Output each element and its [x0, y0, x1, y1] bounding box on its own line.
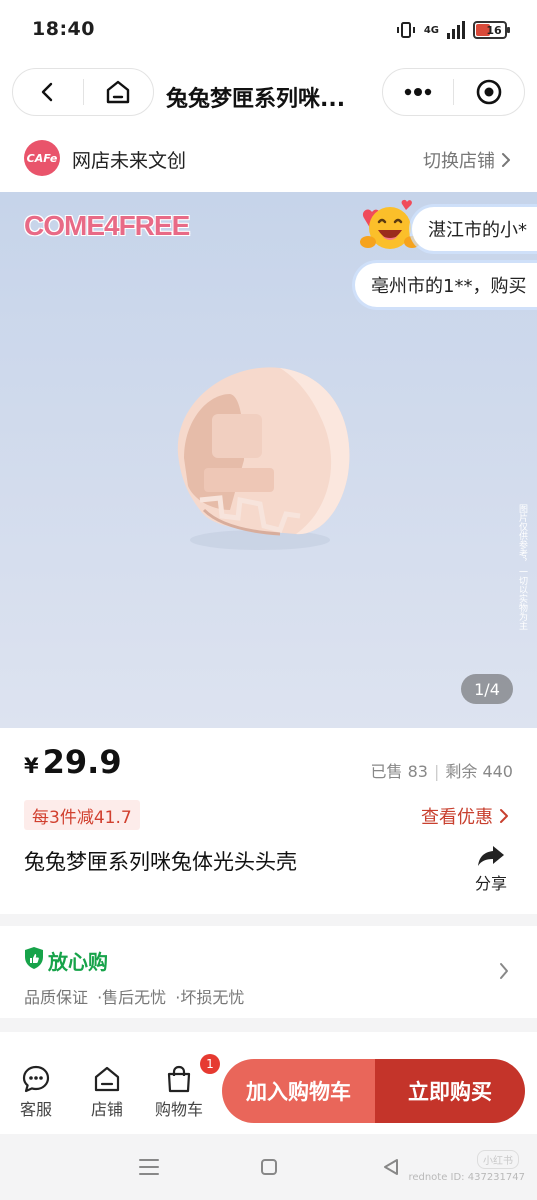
- store-name: 网店未来文创: [72, 150, 187, 172]
- nav-left-capsule: [12, 68, 154, 116]
- watermark-text: rednote ID: 437231747: [408, 1172, 525, 1183]
- add-to-cart-button[interactable]: 加入购物车: [222, 1059, 375, 1123]
- more-dots-icon: [404, 88, 432, 96]
- purchase-notice-bubble: 亳州市的1**，购买: [355, 263, 537, 307]
- shop-label: 店铺: [90, 1100, 123, 1119]
- store-home-icon: [94, 1066, 120, 1092]
- home-button[interactable]: [84, 68, 154, 116]
- image-disclaimer: 图片仅供参考，一切以实物为主: [517, 504, 527, 630]
- home-icon: [107, 80, 130, 104]
- brand-logo: COME4FREE: [24, 210, 190, 241]
- home-square-icon[interactable]: [260, 1158, 278, 1176]
- share-arrow-icon: [478, 846, 504, 866]
- menu-lines-icon[interactable]: [138, 1158, 160, 1176]
- customer-service-button[interactable]: 客服: [8, 1064, 64, 1120]
- back-button[interactable]: [13, 68, 83, 116]
- price-value: 29.9: [42, 743, 122, 781]
- shield-thumbs-up-icon: [25, 947, 43, 969]
- bottom-action-bar: 客服 店铺 1 购物车 加入购物车 立即购买: [0, 1046, 537, 1134]
- chat-bubble-icon: [22, 1065, 50, 1093]
- purchase-notice-text: 湛江市的小*: [428, 220, 527, 241]
- sales-info: 已售 83 | 剩余 440: [370, 762, 513, 781]
- share-label: 分享: [474, 874, 507, 893]
- chevron-left-icon: [41, 82, 52, 102]
- shop-button[interactable]: 店铺: [79, 1064, 135, 1120]
- store-logo: CAFe: [24, 140, 60, 176]
- status-icons: 4G 16: [396, 20, 510, 40]
- currency-symbol: ¥: [24, 754, 39, 778]
- nav-right-capsule: [382, 68, 525, 116]
- system-navigation-bar: 小红书 rednote ID: 437231747: [0, 1134, 537, 1200]
- status-time: 18:40: [32, 18, 95, 40]
- network-type: 4G: [423, 24, 439, 36]
- purchase-notice-text: 亳州市的1**，购买: [371, 276, 527, 297]
- battery-level: 16: [486, 23, 502, 37]
- target-circle-icon: [476, 79, 502, 105]
- cart-count-badge: 1: [200, 1054, 220, 1074]
- guarantee-row[interactable]: 放心购 品质保证 ·售后无忧 ·坏损无忧: [0, 926, 537, 1018]
- nav-bar: 兔兔梦匣系列咪...: [0, 62, 537, 126]
- view-coupons-label: 查看优惠: [421, 807, 493, 828]
- view-coupons-link[interactable]: 查看优惠: [421, 803, 509, 829]
- sold-count: 已售 83: [370, 762, 428, 781]
- remaining-count: 剩余 440: [445, 762, 513, 781]
- page-title: 兔兔梦匣系列咪...: [166, 87, 346, 112]
- chevron-right-icon: [500, 809, 508, 823]
- product-photo: [177, 367, 350, 550]
- guarantee-title: 放心购: [48, 950, 108, 974]
- close-miniapp-button[interactable]: [454, 68, 524, 116]
- image-counter: 1/4: [461, 674, 513, 704]
- battery-icon: 16: [473, 21, 510, 39]
- chevron-right-icon: [502, 153, 510, 167]
- shopping-bag-icon: [167, 1065, 191, 1093]
- back-triangle-icon[interactable]: [382, 1158, 400, 1176]
- vibrate-icon: [396, 22, 415, 38]
- switch-store-label: 切换店铺: [423, 151, 495, 172]
- status-bar: 18:40 4G 16: [0, 0, 537, 62]
- cart-label: 购物车: [154, 1100, 203, 1119]
- customer-service-label: 客服: [19, 1100, 52, 1119]
- cart-icon-wrap: 1: [164, 1054, 220, 1094]
- guarantee-subtitle: 品质保证 ·售后无忧 ·坏损无忧: [24, 988, 245, 1007]
- share-button[interactable]: 分享: [471, 844, 511, 894]
- chevron-right-icon: [500, 963, 508, 979]
- switch-store-link[interactable]: 切换店铺: [423, 147, 511, 173]
- store-row[interactable]: CAFe 网店未来文创 切换店铺: [0, 126, 537, 192]
- promo-badge: 每3件减41.7: [24, 800, 140, 830]
- purchase-notice-bubble: 湛江市的小*: [412, 207, 537, 251]
- product-image-carousel[interactable]: COME4FREE 湛江市的小* 亳州市的1**，购买 图片仅供参考，一切以实物…: [0, 192, 537, 728]
- price: ¥29.9: [24, 743, 122, 781]
- happy-face-icon: [360, 199, 420, 249]
- watermark-logo: 小红书: [477, 1150, 519, 1169]
- cart-button[interactable]: 1 购物车: [150, 1054, 220, 1120]
- more-button[interactable]: [383, 68, 453, 116]
- signal-icon: [447, 21, 465, 39]
- product-info-card: ¥29.9 已售 83 | 剩余 440 每3件减41.7 查看优惠 兔兔梦匣系列咪…: [0, 728, 537, 914]
- buy-now-button[interactable]: 立即购买: [375, 1059, 525, 1123]
- product-title: 兔兔梦匣系列咪兔体光头头壳: [24, 850, 297, 874]
